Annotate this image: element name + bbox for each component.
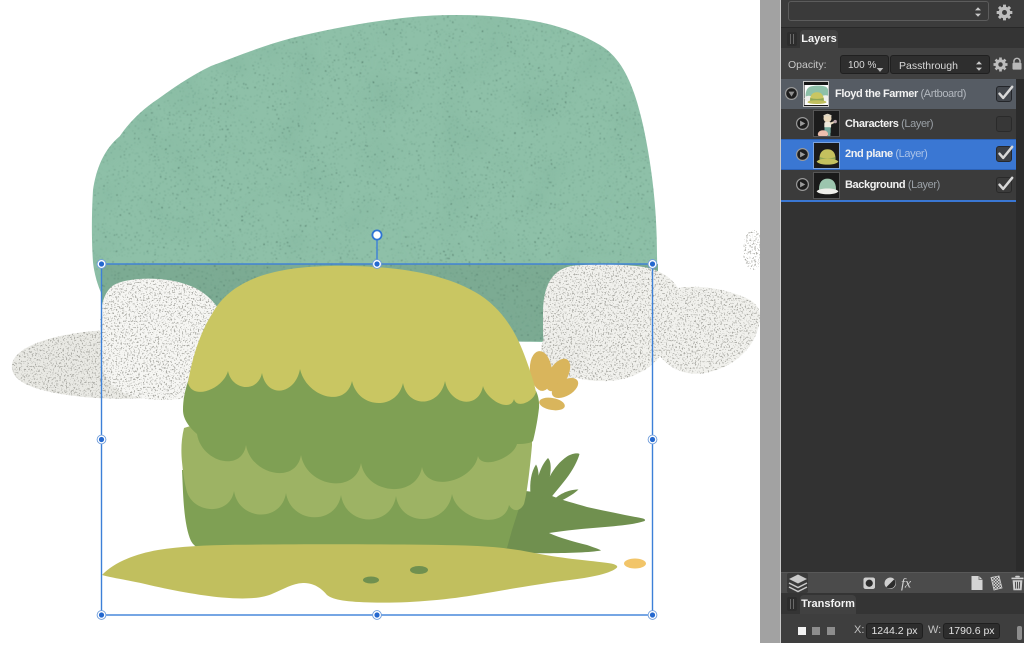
svg-text:fx: fx [901, 577, 912, 592]
